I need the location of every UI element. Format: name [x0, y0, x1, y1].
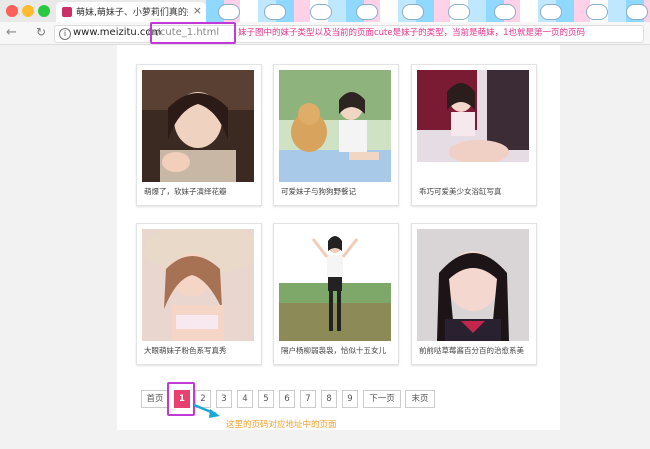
pagination-page-4[interactable]: 4 — [237, 390, 253, 408]
pagination-page-9[interactable]: 9 — [342, 390, 358, 408]
info-icon[interactable]: i — [59, 28, 71, 40]
url-path-highlight — [150, 22, 236, 44]
photo-thumbnail[interactable] — [279, 70, 391, 182]
annotation-arrow-icon — [193, 403, 220, 418]
card-caption[interactable]: 萌爆了，软妹子演绎花瓣 — [144, 186, 258, 197]
photo-thumbnail[interactable] — [142, 229, 254, 341]
photo-card-3[interactable]: 乖巧可爱美少女浴缸写真 — [411, 64, 537, 206]
photo-thumbnail[interactable] — [417, 229, 529, 341]
card-caption[interactable]: 大眼萌妹子粉色系写真秀 — [144, 345, 258, 356]
photo-card-4[interactable]: 大眼萌妹子粉色系写真秀 — [136, 223, 262, 365]
decorative-banner — [206, 0, 650, 22]
photo-card-2[interactable]: 可爱妹子与狗狗野餐记 — [273, 64, 399, 206]
minimize-window-button[interactable] — [22, 5, 34, 17]
photo-thumbnail[interactable] — [279, 229, 391, 341]
pagination-page-6[interactable]: 6 — [279, 390, 295, 408]
maximize-window-button[interactable] — [38, 5, 50, 17]
browser-tab[interactable]: 萌妹,萌妹子、小萝莉们真的好... × — [56, 2, 206, 22]
tab-close-icon[interactable]: × — [193, 4, 202, 17]
card-caption[interactable]: 乖巧可爱美少女浴缸写真 — [419, 186, 533, 197]
refresh-icon[interactable]: ↻ — [36, 25, 46, 39]
tab-bar: 萌妹,萌妹子、小萝莉们真的好... × — [0, 0, 650, 22]
card-caption[interactable]: 前前哒草莓酱百分百的治愈系美 — [419, 345, 533, 356]
pagination-page-5[interactable]: 5 — [258, 390, 274, 408]
photo-card-6[interactable]: 前前哒草莓酱百分百的治愈系美 — [411, 223, 537, 365]
pagination-page-7[interactable]: 7 — [300, 390, 316, 408]
favicon-icon — [62, 7, 72, 17]
url-annotation: 妹子图中的妹子类型以及当前的页面cute是妹子的类型，当前是萌妹，1也就是第一页… — [238, 28, 586, 38]
photo-thumbnail[interactable] — [417, 70, 529, 182]
pagination-page-8[interactable]: 8 — [321, 390, 337, 408]
current-page-highlight — [167, 382, 195, 416]
pagination-first[interactable]: 首页 — [141, 390, 169, 408]
close-window-button[interactable] — [6, 5, 18, 17]
photo-card-5[interactable]: 隔户杨柳弱袅袅，恰似十五女儿 — [273, 223, 399, 365]
photo-thumbnail[interactable] — [142, 70, 254, 182]
pagination-last[interactable]: 末页 — [405, 390, 435, 408]
photo-card-1[interactable]: 萌爆了，软妹子演绎花瓣 — [136, 64, 262, 206]
card-caption[interactable]: 可爱妹子与狗狗野餐记 — [281, 186, 395, 197]
tab-title: 萌妹,萌妹子、小萝莉们真的好... — [76, 8, 188, 18]
back-arrow-icon[interactable]: ← — [6, 25, 17, 40]
pager-annotation: 这里的页码对应地址中的页面 — [226, 420, 337, 430]
pagination-next[interactable]: 下一页 — [363, 390, 401, 408]
card-caption[interactable]: 隔户杨柳弱袅袅，恰似十五女儿 — [281, 345, 395, 356]
